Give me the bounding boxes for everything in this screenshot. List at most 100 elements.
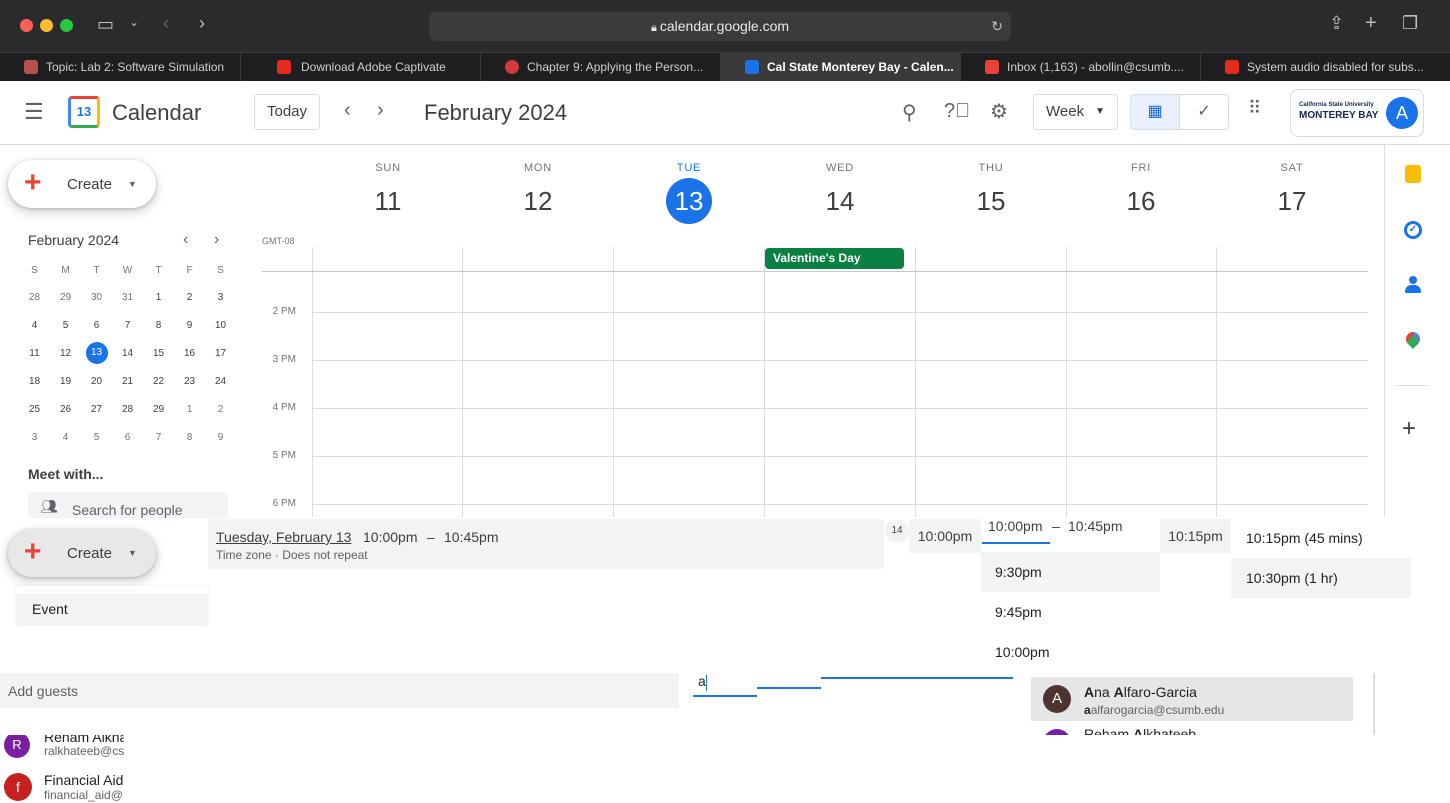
- mini-day[interactable]: 28: [112, 395, 143, 423]
- mini-day[interactable]: 8: [143, 311, 174, 339]
- mini-day[interactable]: 30: [81, 283, 112, 311]
- day-header[interactable]: SAT 17: [1217, 145, 1367, 224]
- add-guests-input[interactable]: Add guests: [0, 673, 679, 708]
- day-header-today[interactable]: TUE 13: [614, 145, 764, 224]
- mini-day[interactable]: 1: [143, 283, 174, 311]
- browser-tab[interactable]: Download Adobe Captivate: [241, 53, 481, 81]
- mini-day[interactable]: 8: [174, 423, 205, 451]
- mini-day[interactable]: 16: [174, 339, 205, 367]
- view-select[interactable]: Week ▼: [1033, 94, 1118, 130]
- mini-day[interactable]: 7: [112, 311, 143, 339]
- search-people-input[interactable]: 👥︎ Search for people: [28, 492, 228, 518]
- start-time-option[interactable]: 10:00pm: [981, 632, 1160, 672]
- close-window-button[interactable]: [20, 19, 33, 32]
- chevron-down-icon[interactable]: ⌄: [129, 15, 139, 29]
- day-number-today[interactable]: 13: [666, 178, 712, 224]
- all-day-event[interactable]: Valentine's Day: [765, 248, 904, 269]
- mini-day[interactable]: 10: [205, 311, 236, 339]
- day-number[interactable]: 15: [916, 178, 1066, 224]
- day-header[interactable]: THU 15: [916, 145, 1066, 224]
- create-button-overlay[interactable]: + Create ▼: [8, 529, 156, 577]
- event-recurrence[interactable]: Time zone · Does not repeat: [216, 548, 368, 562]
- calendar-logo-icon[interactable]: 13: [68, 96, 100, 128]
- mini-day[interactable]: 9: [205, 423, 236, 451]
- account-area[interactable]: California State University MONTEREY BAY…: [1290, 89, 1424, 137]
- mini-next-month-icon[interactable]: ›: [214, 231, 219, 249]
- mini-day[interactable]: 11: [19, 339, 50, 367]
- mini-day[interactable]: 3: [205, 283, 236, 311]
- help-icon[interactable]: ?⃝: [944, 100, 970, 123]
- guest-suggestion-item[interactable]: A Ana Alfaro-Garcia aalfarogarcia@csumb.…: [1031, 677, 1353, 721]
- url-bar[interactable]: 🔒︎ calendar.google.com ↻: [429, 12, 1011, 41]
- new-tab-icon[interactable]: +: [1365, 12, 1377, 35]
- mini-day[interactable]: 7: [143, 423, 174, 451]
- mini-day[interactable]: 28: [19, 283, 50, 311]
- keep-icon[interactable]: [1405, 165, 1421, 183]
- search-icon[interactable]: ⚲: [902, 100, 917, 125]
- tasks-icon[interactable]: ✓: [1404, 221, 1422, 239]
- menu-item-event[interactable]: Event: [16, 594, 208, 625]
- minimize-window-button[interactable]: [40, 19, 53, 32]
- start-time-option[interactable]: 9:45pm: [981, 592, 1160, 632]
- day-number[interactable]: 17: [1217, 178, 1367, 224]
- mini-day[interactable]: 19: [50, 367, 81, 395]
- create-button[interactable]: + Create ▼: [8, 160, 156, 208]
- maps-icon[interactable]: [1403, 329, 1423, 350]
- mini-day[interactable]: 5: [81, 423, 112, 451]
- end-time-chip[interactable]: 10:15pm: [1160, 519, 1231, 553]
- calendar-view-toggle[interactable]: ▦: [1130, 94, 1180, 130]
- browser-tab[interactable]: Chapter 9: Applying the Person...: [481, 53, 721, 81]
- contacts-icon[interactable]: [1405, 276, 1421, 294]
- mini-day[interactable]: 26: [50, 395, 81, 423]
- browser-tab[interactable]: System audio disabled for subs...: [1201, 53, 1450, 81]
- add-addon-icon[interactable]: +: [1402, 415, 1416, 443]
- start-time-option[interactable]: 9:30pm: [981, 552, 1160, 592]
- mini-day[interactable]: 3: [19, 423, 50, 451]
- mini-day[interactable]: 17: [205, 339, 236, 367]
- day-number[interactable]: 11: [313, 178, 463, 224]
- mini-prev-month-icon[interactable]: ‹: [183, 231, 188, 249]
- mini-day[interactable]: 20: [81, 367, 112, 395]
- back-icon[interactable]: ‹: [163, 13, 169, 34]
- next-week-icon[interactable]: ›: [377, 99, 384, 122]
- tab-overview-icon[interactable]: ❐: [1402, 13, 1418, 34]
- browser-tab[interactable]: Inbox (1,163) - abollin@csumb....: [961, 53, 1201, 81]
- guest-suggestion-item[interactable]: R Reham Alkha ralkhateeb@cs: [0, 735, 124, 763]
- day-header[interactable]: SUN 11: [313, 145, 463, 224]
- mini-day[interactable]: 15: [143, 339, 174, 367]
- end-time-option[interactable]: 10:15pm (45 mins): [1231, 519, 1411, 558]
- previous-week-icon[interactable]: ‹: [344, 99, 351, 122]
- event-datetime-summary[interactable]: Tuesday, February 13 10:00pm – 10:45pm T…: [208, 519, 884, 569]
- day-number[interactable]: 14: [765, 178, 915, 224]
- account-avatar[interactable]: A: [1386, 97, 1418, 129]
- sidebar-toggle-icon[interactable]: ▭: [97, 14, 114, 35]
- end-time-edit[interactable]: 10:45pm: [1068, 518, 1122, 534]
- event-date[interactable]: Tuesday, February 13: [216, 529, 351, 545]
- apps-grid-icon[interactable]: ⠿: [1248, 98, 1261, 119]
- day-number[interactable]: 12: [463, 178, 613, 224]
- mini-day[interactable]: 5: [50, 311, 81, 339]
- mini-day[interactable]: 23: [174, 367, 205, 395]
- event-start[interactable]: 10:00pm: [363, 529, 417, 545]
- mini-day[interactable]: 4: [19, 311, 50, 339]
- mini-day[interactable]: 21: [112, 367, 143, 395]
- browser-tab[interactable]: Topic: Lab 2: Software Simulation: [0, 53, 241, 81]
- mini-day[interactable]: 2: [205, 395, 236, 423]
- end-time-option[interactable]: 10:30pm (1 hr): [1231, 558, 1411, 598]
- mini-day[interactable]: 31: [112, 283, 143, 311]
- mini-day[interactable]: 24: [205, 367, 236, 395]
- settings-gear-icon[interactable]: ⚙: [990, 99, 1008, 124]
- start-time-edit[interactable]: 10:00pm: [988, 518, 1042, 534]
- zoom-window-button[interactable]: [60, 19, 73, 32]
- day-header[interactable]: WED 14: [765, 145, 915, 224]
- forward-icon[interactable]: ›: [199, 13, 205, 34]
- mini-day[interactable]: 6: [112, 423, 143, 451]
- mini-day[interactable]: 6: [81, 311, 112, 339]
- today-button[interactable]: Today: [254, 94, 320, 130]
- guest-suggestion-item[interactable]: f Financial Aid financial_aid@: [0, 772, 124, 803]
- mini-day[interactable]: 18: [19, 367, 50, 395]
- mini-day[interactable]: 25: [19, 395, 50, 423]
- day-header[interactable]: MON 12: [463, 145, 613, 224]
- mini-day[interactable]: 2: [174, 283, 205, 311]
- mini-day[interactable]: 29: [143, 395, 174, 423]
